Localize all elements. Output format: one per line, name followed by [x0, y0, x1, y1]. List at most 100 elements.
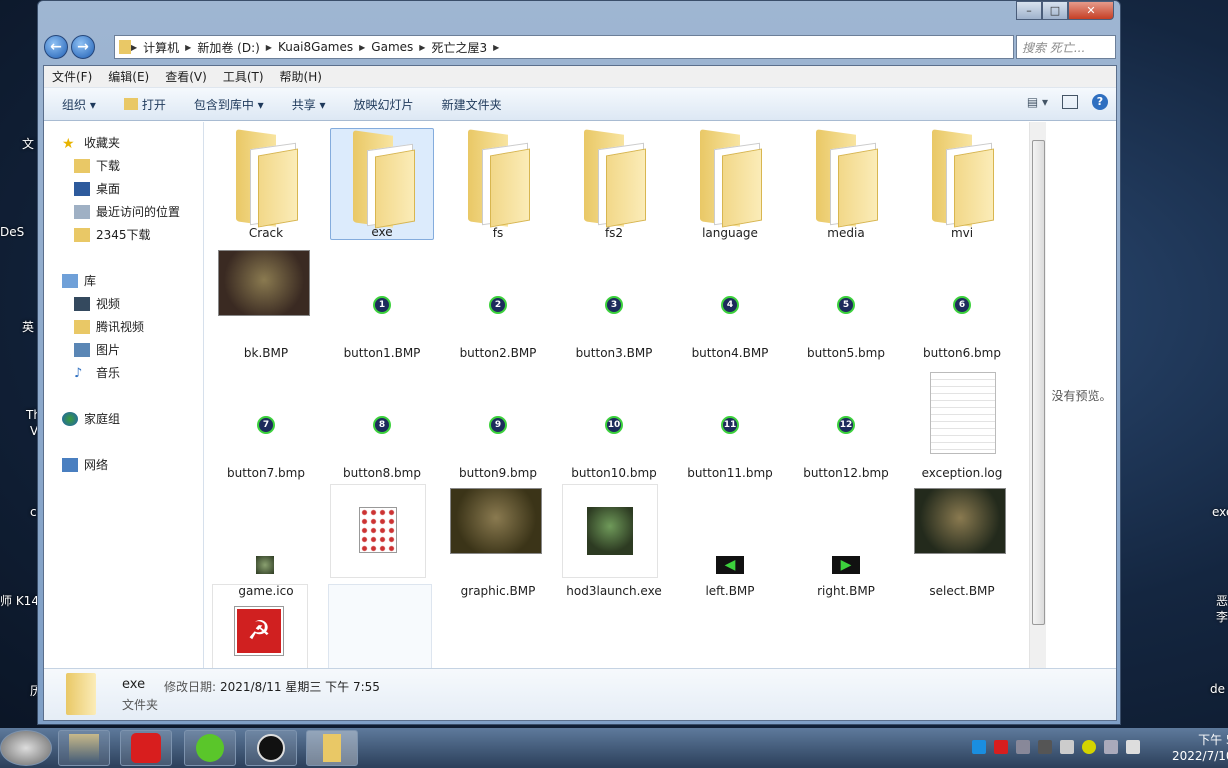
file-item[interactable]: 2 button2.BMP [446, 246, 550, 360]
breadcrumb-item[interactable]: 新加卷 (D:) [197, 39, 259, 56]
menu-item[interactable]: 编辑(E) [108, 68, 149, 85]
back-button[interactable]: ← [44, 35, 68, 59]
breadcrumb-separator[interactable]: ▶ [419, 43, 425, 52]
tray-netease-icon[interactable] [994, 740, 1008, 754]
desktop-icon-label[interactable]: DeS [0, 225, 24, 239]
tray-icon[interactable] [972, 740, 986, 754]
desktop-icon-label[interactable]: 李 [1216, 608, 1228, 625]
taskbar-netease-music[interactable] [120, 730, 172, 766]
vertical-scrollbar[interactable] [1029, 122, 1046, 668]
taskbar-explorer[interactable] [306, 730, 358, 766]
sidebar-homegroup[interactable]: 家庭组 [62, 410, 120, 427]
desktop-icon-label[interactable]: 师 K14 [0, 592, 39, 609]
breadcrumb-separator[interactable]: ▶ [359, 43, 365, 52]
breadcrumb-separator[interactable]: ▶ [493, 43, 499, 52]
sidebar-item-pictures[interactable]: 图片 [74, 341, 120, 358]
file-item[interactable]: 8 button8.bmp [330, 366, 434, 480]
menu-item[interactable]: 帮助(H) [280, 68, 322, 85]
breadcrumb-item[interactable]: Games [371, 40, 413, 54]
share-button[interactable]: 共享 ▾ [292, 96, 326, 113]
breadcrumb-item[interactable]: Kuai8Games [278, 40, 353, 54]
folder-item[interactable]: fs [446, 128, 550, 240]
file-item[interactable]: 7 button7.bmp [214, 366, 318, 480]
tray-icon[interactable] [1038, 740, 1052, 754]
file-item[interactable]: ▶ right.BMP [794, 484, 898, 598]
file-item[interactable]: bk.BMP [214, 246, 318, 360]
volume-icon[interactable] [1104, 740, 1118, 754]
taskbar-obs[interactable] [245, 730, 297, 766]
desktop-icon-label[interactable]: 文 [22, 135, 34, 152]
folder-item[interactable]: fs2 [562, 128, 666, 240]
sidebar-libraries[interactable]: 库 [62, 272, 96, 289]
desktop-icon-label[interactable]: 恶 [1216, 592, 1228, 609]
file-item[interactable]: 1 button1.BMP [330, 246, 434, 360]
help-icon[interactable]: ? [1092, 94, 1108, 110]
search-input[interactable]: 搜索 死亡... [1016, 35, 1116, 59]
start-button[interactable] [0, 730, 52, 766]
clock[interactable]: 下午 5 2022/7/10 [1172, 732, 1228, 764]
menu-item[interactable]: 文件(F) [52, 68, 92, 85]
file-item[interactable]: 3 button3.BMP [562, 246, 666, 360]
breadcrumb-separator[interactable]: ▶ [266, 43, 272, 52]
tray-icon[interactable] [1060, 740, 1074, 754]
file-item[interactable]: 11 button11.bmp [678, 366, 782, 480]
desktop-icon-label[interactable]: c [30, 505, 37, 519]
sidebar-item-tencent-video[interactable]: 腾讯视频 [74, 318, 144, 335]
organize-button[interactable]: 组织 ▾ [62, 96, 96, 113]
breadcrumb-item[interactable]: 计算机 [143, 39, 179, 56]
file-item[interactable]: select.BMP [910, 484, 1014, 598]
new-folder-button[interactable]: 新建文件夹 [442, 96, 502, 113]
desktop-icon-label[interactable]: exe [1212, 505, 1228, 519]
file-item[interactable]: GMUnistall.dat [330, 484, 434, 598]
sidebar-item-desktop[interactable]: 桌面 [74, 180, 120, 197]
file-item[interactable]: ☭ [212, 584, 318, 668]
sidebar-favorites[interactable]: ★ 收藏夹 [62, 134, 120, 152]
sidebar-item-2345[interactable]: 2345下载 [74, 226, 151, 243]
breadcrumb-item[interactable]: 死亡之屋3 [431, 39, 487, 56]
file-item[interactable]: 4 button4.BMP [678, 246, 782, 360]
maximize-button[interactable]: □ [1042, 1, 1068, 20]
minimize-button[interactable]: – [1016, 1, 1042, 20]
folder-item[interactable]: exe [330, 128, 434, 240]
sidebar-item-recent[interactable]: 最近访问的位置 [74, 203, 180, 220]
forward-button[interactable]: → [71, 35, 95, 59]
tray-icon[interactable] [1082, 740, 1096, 754]
close-button[interactable]: ✕ [1068, 1, 1114, 20]
file-item[interactable]: 10 button10.bmp [562, 366, 666, 480]
menu-item[interactable]: 工具(T) [223, 68, 264, 85]
address-bar[interactable]: ▶ 计算机 ▶ 新加卷 (D:) ▶ Kuai8Games ▶ Games ▶ 死亡之屋3 ▶ [114, 35, 1014, 59]
desktop-icon-label[interactable]: 英 [22, 318, 34, 335]
file-item[interactable]: graphic.BMP [446, 484, 550, 598]
sidebar-item-music[interactable]: ♪ 音乐 [74, 364, 120, 381]
file-item[interactable]: ◀ left.BMP [678, 484, 782, 598]
view-options-icon[interactable]: ▤ ▾ [1027, 95, 1048, 109]
file-item[interactable]: hod3launch.exe [562, 484, 666, 598]
sidebar-network[interactable]: 网络 [62, 456, 108, 473]
open-button[interactable]: 打开 [123, 96, 166, 113]
preview-pane-icon[interactable] [1062, 95, 1078, 109]
folder-item[interactable]: media [794, 128, 898, 240]
taskbar-browser[interactable] [184, 730, 236, 766]
tray-icon[interactable] [1016, 740, 1030, 754]
folder-item[interactable]: language [678, 128, 782, 240]
file-item[interactable]: 9 button9.bmp [446, 366, 550, 480]
include-library-button[interactable]: 包含到库中 ▾ [194, 96, 264, 113]
breadcrumb-separator[interactable]: ▶ [185, 43, 191, 52]
desktop-icon-label[interactable]: de [1210, 682, 1225, 696]
sidebar-item-videos[interactable]: 视频 [74, 295, 120, 312]
folder-item[interactable]: mvi [910, 128, 1014, 240]
file-item[interactable]: exception.log [910, 366, 1014, 480]
breadcrumb-separator[interactable]: ▶ [131, 43, 137, 52]
file-item[interactable] [328, 584, 434, 668]
file-item[interactable]: 12 button12.bmp [794, 366, 898, 480]
file-item[interactable]: 6 button6.bmp [910, 246, 1014, 360]
taskbar-app-image[interactable] [58, 730, 110, 766]
file-item[interactable]: 5 button5.bmp [794, 246, 898, 360]
sidebar-item-downloads[interactable]: 下载 [74, 157, 120, 174]
scrollbar-thumb[interactable] [1032, 140, 1045, 625]
menu-item[interactable]: 查看(V) [165, 68, 207, 85]
file-item[interactable]: game.ico [214, 484, 318, 598]
network-icon[interactable] [1126, 740, 1140, 754]
folder-item[interactable]: Crack [214, 128, 318, 240]
slideshow-button[interactable]: 放映幻灯片 [354, 96, 414, 113]
